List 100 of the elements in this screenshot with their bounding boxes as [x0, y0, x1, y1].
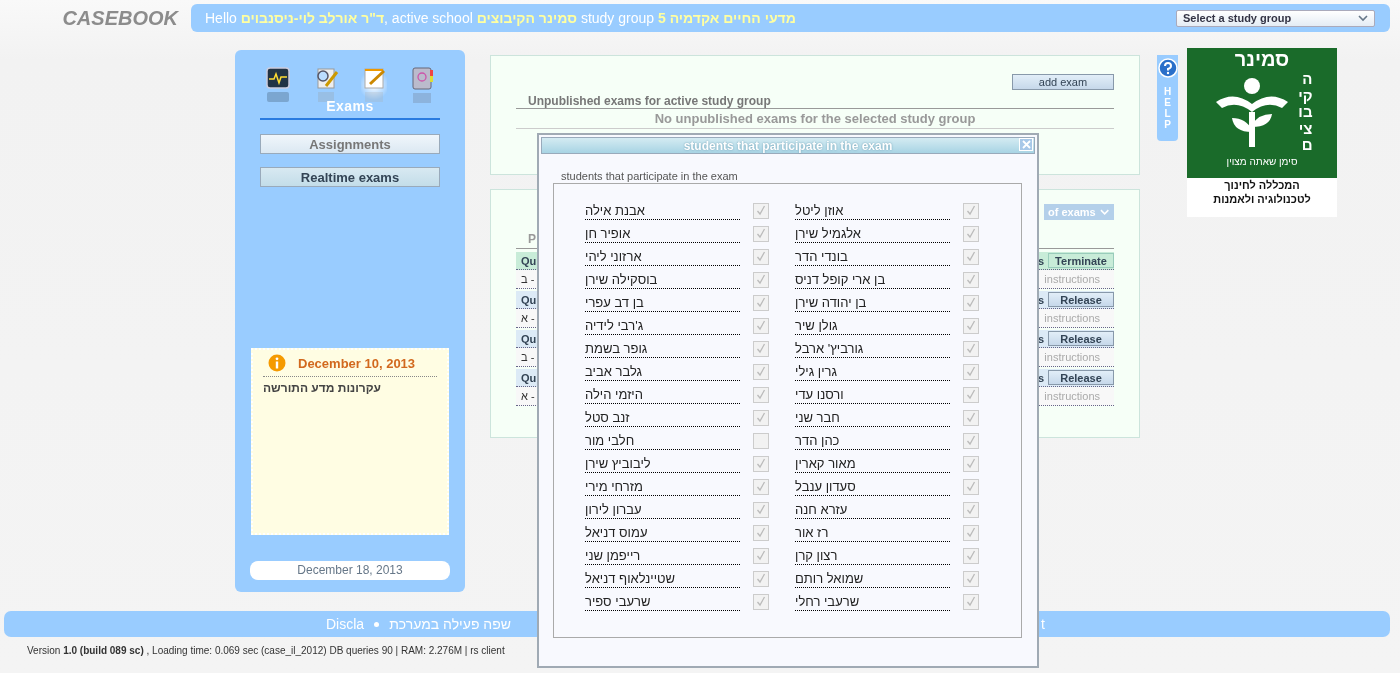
- table-cell-text: Qu: [520, 332, 537, 345]
- checkbox[interactable]: [963, 225, 979, 242]
- checkbox[interactable]: [963, 501, 979, 518]
- student-name: גולן שיר: [795, 317, 950, 335]
- checkmark-icon: [966, 251, 976, 262]
- bullet-icon: [374, 621, 380, 627]
- study-group-select[interactable]: Select a study group: [1176, 9, 1375, 27]
- checkmark-icon: [756, 366, 766, 377]
- student-name: בן דב עפרי: [585, 294, 740, 312]
- checkbox[interactable]: [963, 363, 979, 380]
- checkmark-icon: [756, 481, 766, 492]
- checkbox[interactable]: [753, 409, 769, 426]
- exam-action-button[interactable]: Terminate: [1048, 253, 1114, 268]
- student-name: עזרא חנה: [795, 501, 950, 519]
- checkbox[interactable]: [753, 547, 769, 564]
- checkbox[interactable]: [963, 524, 979, 541]
- table-cell-text: א -: [520, 390, 535, 402]
- checkmark-icon: [966, 550, 976, 561]
- exam-action-button[interactable]: Release: [1048, 370, 1114, 385]
- checkmark-icon: [756, 389, 766, 400]
- checkbox[interactable]: [753, 340, 769, 357]
- note-date: December 10, 2013: [298, 355, 416, 371]
- sidebar-menu-button[interactable]: Assignments: [260, 134, 440, 154]
- checkmark-icon: [966, 228, 976, 239]
- checkbox[interactable]: [963, 455, 979, 472]
- checkbox[interactable]: [963, 547, 979, 564]
- current-date: December 18, 2013: [250, 561, 450, 580]
- checkbox[interactable]: [963, 294, 979, 311]
- app-logo: CASEBOOK: [61, 6, 178, 30]
- student-name: אלגמיל שירן: [795, 225, 950, 243]
- checkbox[interactable]: [963, 409, 979, 426]
- logo-text: סמינר: [1234, 48, 1290, 71]
- checkmark-icon: [966, 412, 976, 423]
- student-name: שטיינלאוף דניאל: [585, 570, 740, 588]
- checkbox[interactable]: [963, 386, 979, 403]
- student-name: ארזוני ליהי: [585, 248, 740, 266]
- checkbox[interactable]: [753, 478, 769, 495]
- checkmark-icon: [966, 596, 976, 607]
- student-name: רצון קרן: [795, 547, 950, 565]
- checkmark-icon: [756, 205, 766, 216]
- exam-action-button[interactable]: Release: [1048, 331, 1114, 346]
- checkbox[interactable]: [963, 478, 979, 495]
- checkbox[interactable]: [963, 570, 979, 587]
- student-name: ליבוביץ שירן: [585, 455, 740, 473]
- checkbox[interactable]: [753, 455, 769, 472]
- address-book-icon[interactable]: [409, 66, 435, 104]
- add-exam-button[interactable]: add exam: [1012, 74, 1114, 90]
- table-cell-text: Qu: [520, 254, 537, 267]
- checkbox[interactable]: [753, 225, 769, 242]
- student-name: בן ארי קופל דניס: [795, 271, 950, 289]
- checkbox[interactable]: [753, 317, 769, 334]
- checkbox[interactable]: [963, 593, 979, 610]
- checkmark-icon: [756, 458, 766, 469]
- checkbox[interactable]: [963, 432, 979, 449]
- checkbox[interactable]: [753, 248, 769, 265]
- checkbox[interactable]: [753, 524, 769, 541]
- checkbox[interactable]: [753, 432, 769, 449]
- table-cell-text: א -: [520, 312, 535, 324]
- checkmark-icon: [756, 297, 766, 308]
- checkmark-icon: [966, 205, 976, 216]
- student-name: כהן הדר: [795, 432, 950, 450]
- close-button[interactable]: [1019, 138, 1033, 151]
- table-cell: instructions: [1044, 351, 1100, 363]
- checkbox[interactable]: [753, 363, 769, 380]
- student-name: בונדי הדר: [795, 248, 950, 266]
- exam-action-button[interactable]: Release: [1048, 292, 1114, 307]
- checkbox[interactable]: [963, 317, 979, 334]
- checkbox[interactable]: [753, 271, 769, 288]
- version-info: Version 1.0 (build 089 sc) , Loading time: 0.069 sec (case_il_2012) DB queries 90 | RAM: 2.276M | rs client: [27, 645, 506, 656]
- checkmark-icon: [756, 412, 766, 423]
- monitor-icon[interactable]: [265, 66, 291, 104]
- logo-text: לטכנולוגיה ולאמנות: [1213, 192, 1311, 207]
- checkmark-icon: [756, 274, 766, 285]
- checkmark-icon: [966, 320, 976, 331]
- checkbox[interactable]: [753, 294, 769, 311]
- table-cell: s: [1037, 332, 1044, 345]
- checkbox[interactable]: [963, 340, 979, 357]
- checkmark-icon: [966, 435, 976, 446]
- close-icon: [1021, 140, 1031, 149]
- checkmark-icon: [966, 366, 976, 377]
- section-title: Exams: [260, 98, 440, 120]
- checkbox[interactable]: [753, 593, 769, 610]
- student-name: בוסקילה שירן: [585, 271, 740, 289]
- caret-icon: [1099, 208, 1109, 216]
- checkmark-icon: [756, 320, 766, 331]
- checkbox[interactable]: [963, 248, 979, 265]
- checkbox[interactable]: [753, 386, 769, 403]
- table-cell: s: [1037, 293, 1044, 306]
- student-name: מזרחי מירי: [585, 478, 740, 496]
- sidebar-menu-button[interactable]: Realtime exams: [260, 167, 440, 187]
- checkbox[interactable]: [963, 202, 979, 219]
- student-name: רייפמן שני: [585, 547, 740, 565]
- checkbox[interactable]: [753, 202, 769, 219]
- table-cell: s: [1037, 371, 1044, 384]
- checkbox[interactable]: [753, 570, 769, 587]
- checkbox[interactable]: [753, 501, 769, 518]
- checkbox[interactable]: [963, 271, 979, 288]
- dialog-title: students that participate in the exam: [683, 138, 893, 153]
- student-name: חלבי מור: [585, 432, 740, 450]
- checkmark-icon: [966, 573, 976, 584]
